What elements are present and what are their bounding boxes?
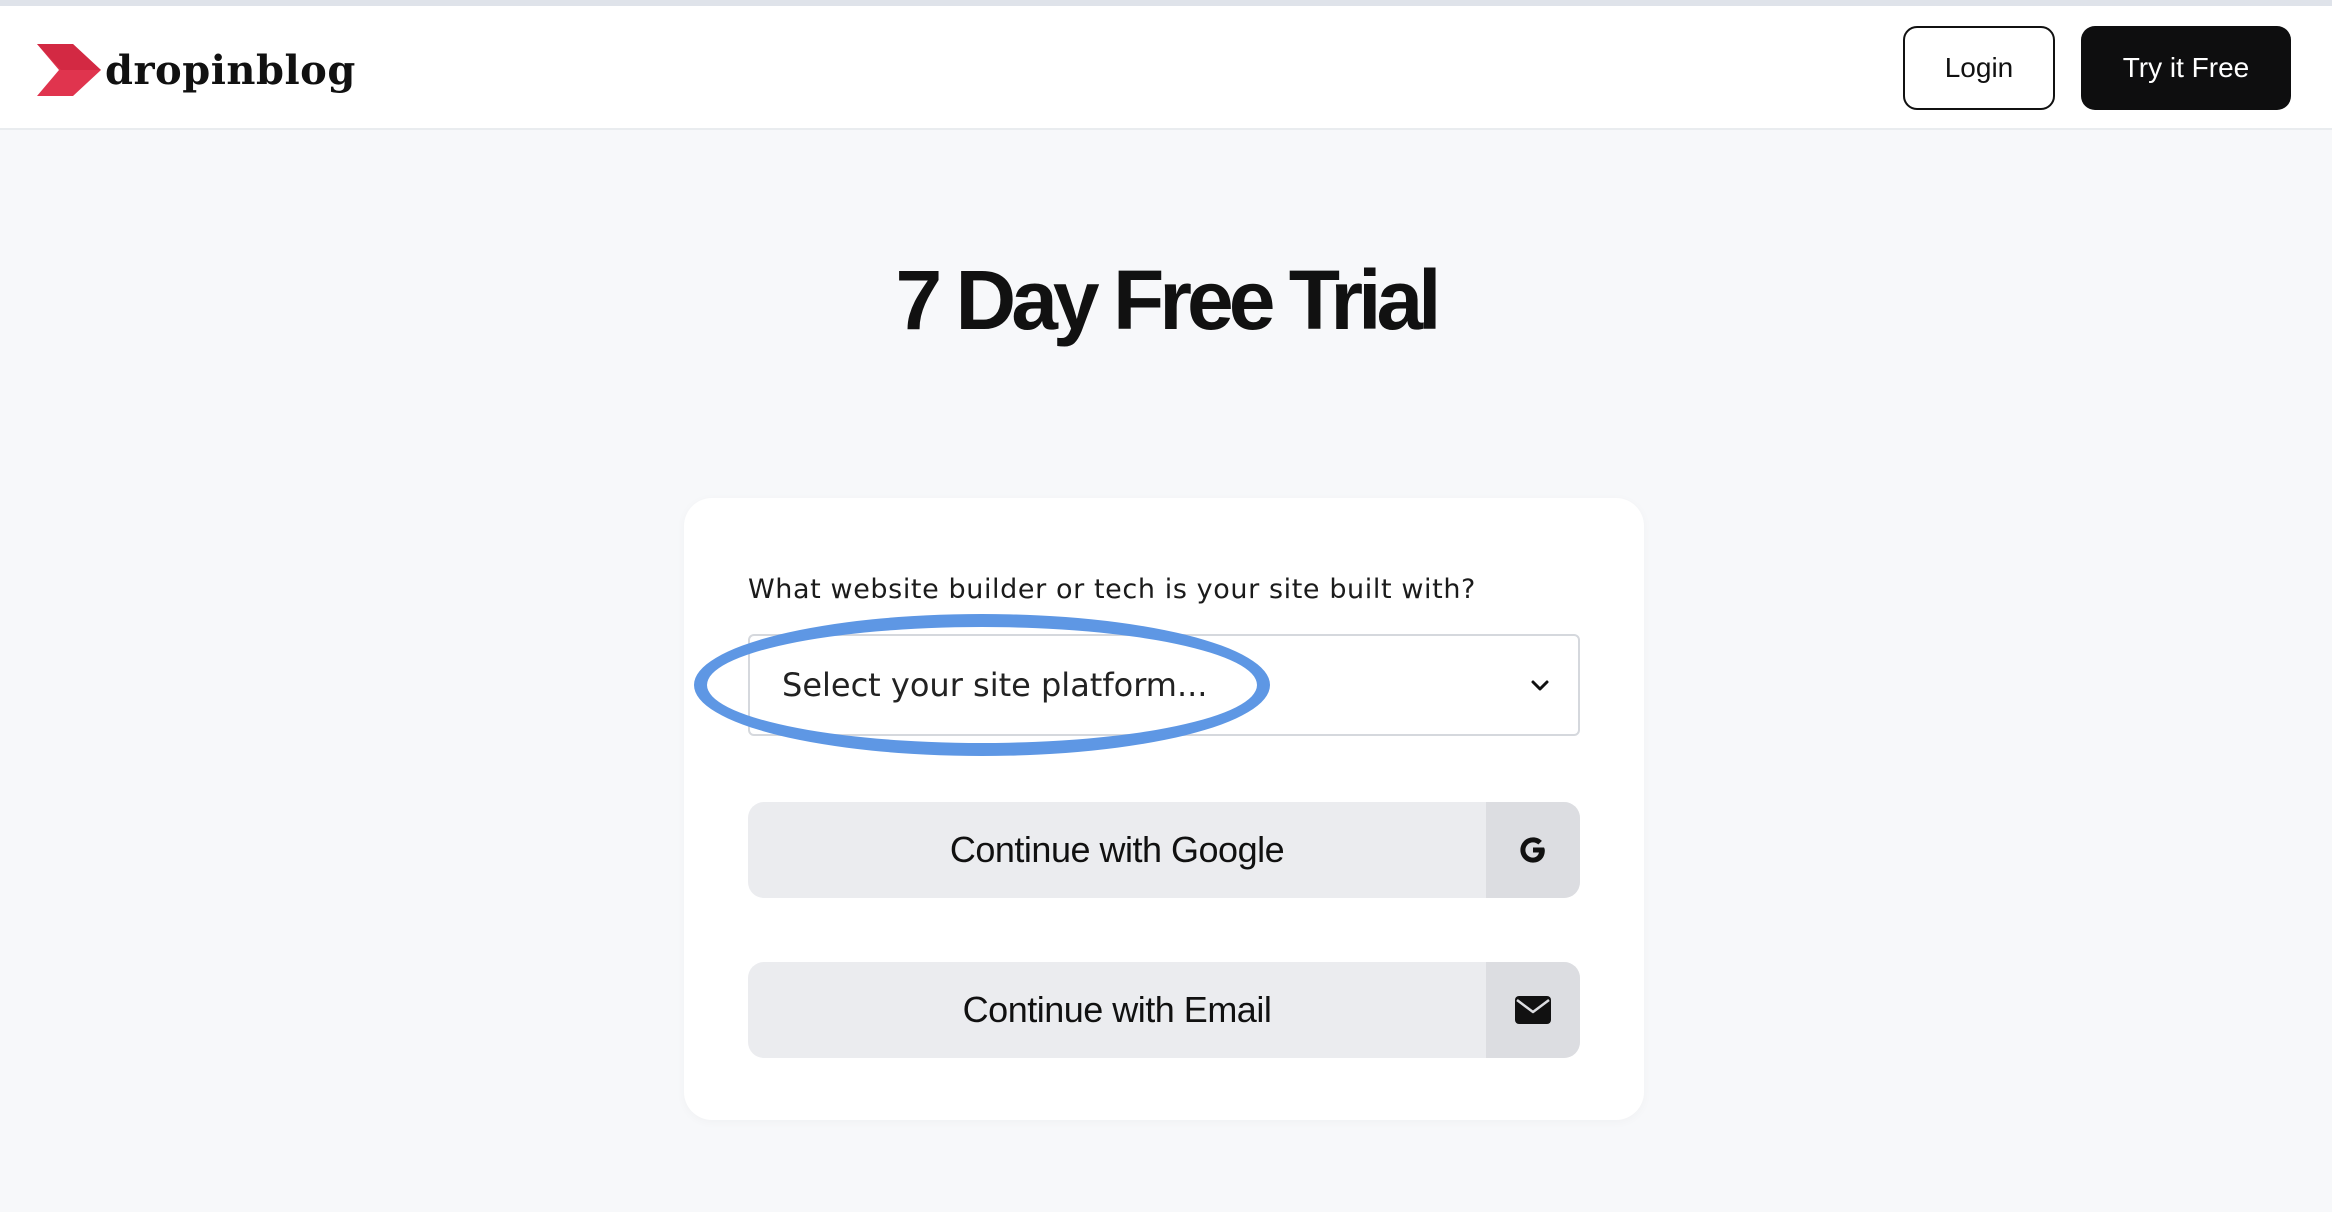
home-logo-link[interactable]: dropinblog (37, 44, 356, 96)
logo-wordmark: dropinblog (105, 46, 356, 94)
google-g-icon (1520, 837, 1545, 863)
email-button-label: Continue with Email (962, 989, 1272, 1030)
login-button[interactable]: Login (1903, 26, 2055, 110)
page-title: 7 Day Free Trial (895, 253, 1441, 347)
google-button-label: Continue with Google (949, 829, 1285, 870)
email-icon-container (1486, 962, 1580, 1058)
envelope-icon (1515, 996, 1551, 1024)
site-header: dropinblog Login Try it Free (0, 6, 2332, 130)
signup-card: What website builder or tech is your sit… (684, 498, 1644, 1120)
platform-select-value: Select your site platform... (782, 666, 1208, 704)
dropinblog-logo-icon (37, 44, 101, 96)
google-icon-container (1486, 802, 1580, 898)
continue-with-google-button[interactable]: Continue with Google (748, 802, 1580, 898)
chevron-down-icon (1531, 680, 1549, 691)
platform-question-label: What website builder or tech is your sit… (748, 574, 1476, 605)
continue-with-email-button[interactable]: Continue with Email (748, 962, 1580, 1058)
try-it-free-button[interactable]: Try it Free (2081, 26, 2291, 110)
platform-select[interactable]: Select your site platform... (748, 634, 1580, 736)
